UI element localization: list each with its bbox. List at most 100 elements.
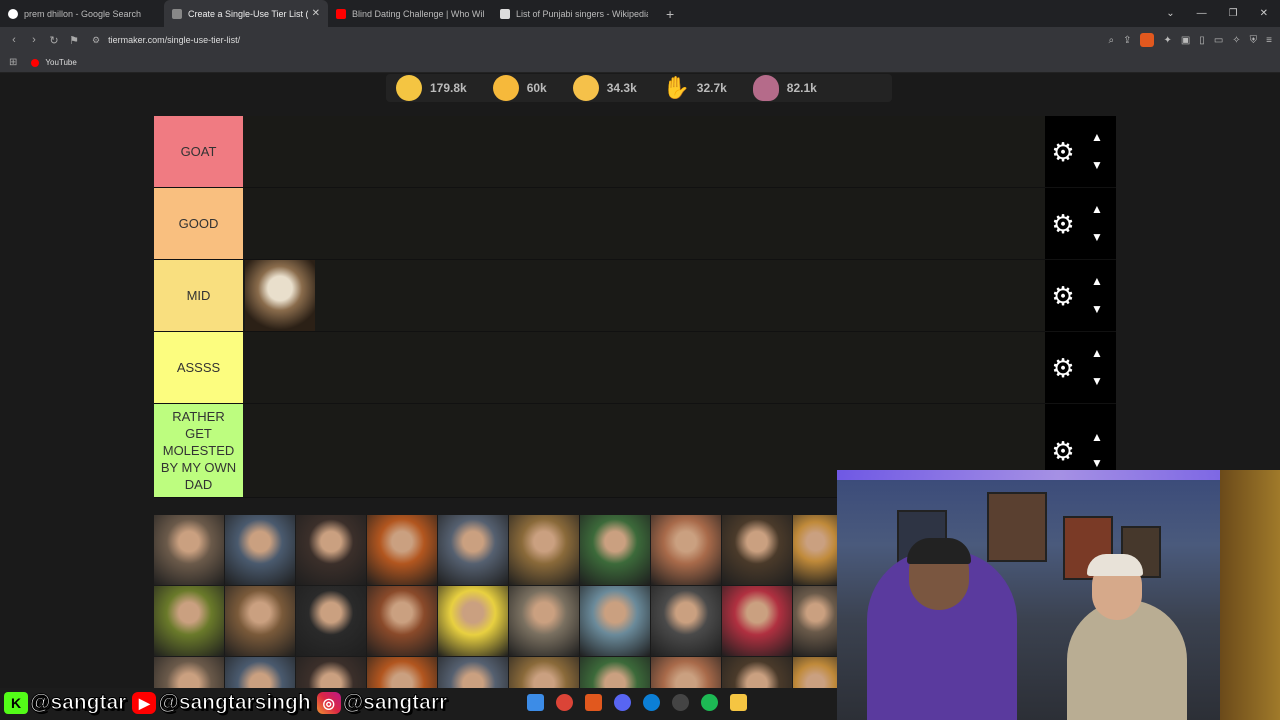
url-field[interactable]: ⚙ tiermaker.com/single-use-tier-list/ — [92, 35, 240, 46]
chevron-up-icon[interactable]: ▲ — [1089, 202, 1105, 216]
gear-icon[interactable]: ⚙ — [1049, 138, 1077, 166]
chevron-down-icon[interactable]: ▼ — [1089, 302, 1105, 316]
leo-icon[interactable]: ✧ — [1232, 35, 1240, 46]
tier-drop-zone[interactable] — [243, 116, 1045, 187]
gear-icon[interactable]: ⚙ — [1049, 210, 1077, 238]
unranked-item-image[interactable] — [509, 657, 579, 688]
unranked-item-image[interactable] — [651, 515, 721, 585]
unranked-item-image[interactable] — [651, 657, 721, 688]
gear-icon[interactable]: ⚙ — [1049, 437, 1077, 465]
tier-drop-zone[interactable] — [243, 332, 1045, 403]
minimize-icon[interactable]: — — [1197, 8, 1207, 19]
tab-google-search[interactable]: prem dhillon - Google Search — [0, 0, 164, 27]
tier-label[interactable]: MID — [154, 260, 243, 331]
chevron-up-icon[interactable]: ▲ — [1089, 274, 1105, 288]
tier-item-image[interactable] — [245, 260, 315, 331]
unranked-item-image[interactable] — [438, 586, 508, 656]
tab-wikipedia[interactable]: List of Punjabi singers - Wikipedia — [492, 0, 656, 27]
reaction-raised-hands[interactable]: ✋ 32.7k — [663, 75, 727, 101]
tab-icon[interactable]: ▭ — [1214, 35, 1223, 46]
unranked-item-image[interactable] — [580, 515, 650, 585]
tier-label[interactable]: RATHER GET MOLESTED BY MY OWN DAD — [154, 404, 243, 497]
tab-search-icon[interactable]: ⌄ — [1166, 8, 1174, 19]
unranked-item-image[interactable] — [367, 515, 437, 585]
bookmark-icon[interactable]: ⚑ — [64, 34, 84, 47]
unranked-item-image[interactable] — [722, 586, 792, 656]
unranked-item-image[interactable] — [438, 515, 508, 585]
tier-label[interactable]: GOAT — [154, 116, 243, 187]
reaction-heart-eyes[interactable]: 60k — [492, 75, 547, 101]
unranked-item-image[interactable] — [722, 515, 792, 585]
chevron-up-icon[interactable]: ▲ — [1089, 430, 1105, 444]
unranked-item-image[interactable] — [296, 586, 366, 656]
unranked-item-image[interactable] — [367, 586, 437, 656]
tab-tiermaker[interactable]: Create a Single-Use Tier List (Pri ✕ — [164, 0, 328, 27]
tier-label[interactable]: ASSSS — [154, 332, 243, 403]
unranked-item-image[interactable] — [225, 586, 295, 656]
obs-icon[interactable] — [672, 694, 689, 711]
heart-eyes-face-icon — [492, 75, 519, 101]
apps-grid-icon[interactable]: ⊞ — [9, 57, 17, 68]
share-icon[interactable]: ⇪ — [1123, 35, 1131, 46]
unranked-item-image[interactable] — [509, 515, 579, 585]
tab-youtube[interactable]: Blind Dating Challenge | Who Will Ki — [328, 0, 492, 27]
edge-icon[interactable] — [643, 694, 660, 711]
tier-drop-zone[interactable] — [243, 260, 1045, 331]
close-window-icon[interactable]: ✕ — [1260, 8, 1268, 19]
chevron-down-icon[interactable]: ▼ — [1089, 230, 1105, 244]
unranked-item-image[interactable] — [296, 515, 366, 585]
chevron-down-icon[interactable]: ▼ — [1089, 456, 1105, 470]
forward-icon[interactable]: › — [24, 34, 44, 46]
brave-icon[interactable] — [585, 694, 602, 711]
unranked-item-image[interactable] — [225, 657, 295, 688]
brave-shields-icon[interactable] — [1140, 33, 1155, 47]
unranked-item-image[interactable] — [367, 657, 437, 688]
discord-icon[interactable] — [614, 694, 631, 711]
unranked-item-image[interactable] — [793, 657, 838, 688]
zoom-icon[interactable]: ⌕ — [1108, 35, 1114, 46]
wikipedia-icon — [500, 8, 510, 19]
unranked-item-image[interactable] — [154, 515, 224, 585]
windows-start-icon[interactable] — [527, 694, 544, 711]
unranked-item-image[interactable] — [509, 586, 579, 656]
spotify-icon[interactable] — [701, 694, 718, 711]
new-tab-button[interactable]: + — [666, 6, 674, 22]
unranked-item-image[interactable] — [225, 515, 295, 585]
close-icon[interactable]: ✕ — [312, 8, 320, 19]
unranked-item-image[interactable] — [793, 515, 838, 585]
chevron-down-icon[interactable]: ▼ — [1089, 158, 1105, 172]
tier-label[interactable]: GOOD — [154, 188, 243, 259]
unranked-item-image[interactable] — [722, 657, 792, 688]
wallet-icon[interactable]: ▣ — [1181, 35, 1190, 46]
unranked-item-image[interactable] — [651, 586, 721, 656]
gear-icon[interactable]: ⚙ — [1049, 282, 1077, 310]
unranked-item-image[interactable] — [580, 586, 650, 656]
sidebar-icon[interactable]: ▯ — [1199, 35, 1205, 46]
file-explorer-icon[interactable] — [730, 694, 747, 711]
unranked-item-image[interactable] — [154, 586, 224, 656]
extensions-icon[interactable]: ✦ — [1163, 35, 1171, 46]
reload-icon[interactable]: ↻ — [44, 34, 64, 47]
gear-icon[interactable]: ⚙ — [1049, 354, 1077, 382]
chevron-down-icon[interactable]: ▼ — [1089, 374, 1105, 388]
unranked-item-image[interactable] — [793, 586, 838, 656]
reaction-poop[interactable]: 82.1k — [752, 75, 817, 101]
menu-icon[interactable]: ≡ — [1266, 35, 1272, 46]
unranked-item-image[interactable] — [296, 657, 366, 688]
maximize-icon[interactable]: ❐ — [1229, 8, 1238, 19]
chevron-up-icon[interactable]: ▲ — [1089, 346, 1105, 360]
tier-drop-zone[interactable] — [243, 188, 1045, 259]
reaction-laughing[interactable]: 34.3k — [572, 75, 637, 101]
taskbar-icons — [527, 694, 747, 711]
social-handles-overlay: K @sangtar ▶ @sangtarsingh ◎ @sangtarr — [4, 689, 453, 717]
reaction-grinning[interactable]: 179.8k — [396, 75, 467, 101]
vpn-icon[interactable]: ⛨ — [1250, 35, 1258, 46]
chrome-icon[interactable] — [556, 694, 573, 711]
chevron-up-icon[interactable]: ▲ — [1089, 130, 1105, 144]
unranked-item-image[interactable] — [154, 657, 224, 688]
back-icon[interactable]: ‹ — [4, 34, 24, 46]
bookmark-youtube[interactable]: YouTube — [45, 58, 76, 67]
unranked-item-image[interactable] — [580, 657, 650, 688]
site-info-icon[interactable]: ⚙ — [92, 35, 100, 46]
unranked-item-image[interactable] — [438, 657, 508, 688]
